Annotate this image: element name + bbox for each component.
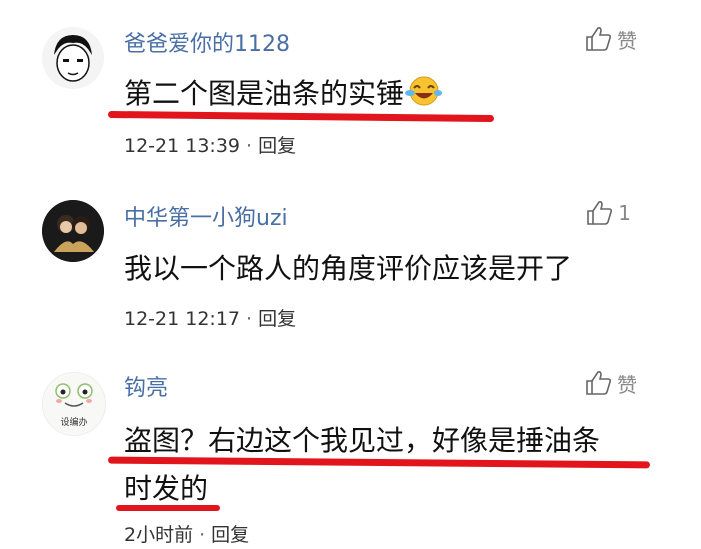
reply-button[interactable]: 回复 [211,524,249,546]
comment-meta: 12-21 12:17 · 回复 [124,304,296,331]
avatar[interactable] [42,27,104,89]
thumbs-up-icon [587,201,613,225]
separator-dot: · [246,308,253,330]
timestamp: 12-21 12:17 [124,308,241,330]
like-button[interactable]: 赞 [583,24,637,54]
red-annotation-underline [116,505,220,511]
like-label: 赞 [617,28,637,53]
timestamp: 2小时前 [124,524,194,546]
avatar[interactable] [42,200,104,262]
comment-text: 我以一个路人的角度评价应该是开了 [124,252,573,285]
thumbs-up-icon [586,27,612,51]
thumbs-up-icon [586,371,612,395]
cartoon-face-avatar-icon [42,27,104,89]
comment-text-line-2: 时发的 [124,472,209,505]
timestamp: 12-21 13:39 [124,135,241,157]
comment-text: 第二个图是油条的实锤 [124,73,443,115]
like-label: 赞 [617,372,637,397]
like-button[interactable]: 1 [584,198,631,228]
username[interactable]: 爸爸爱你的1128 [124,26,290,58]
like-count: 1 [618,201,631,225]
comment-1: 爸爸爱你的1128 赞 第二个图是油条的实锤 12-21 13:39 · 回复 [0,0,701,170]
reply-button[interactable]: 回复 [258,308,296,330]
avatar-caption: 设编办 [60,418,88,428]
comment-meta: 2小时前 · 回复 [124,520,249,547]
laughing-crying-emoji-icon [404,75,443,107]
avatar[interactable]: 设编办 [42,372,106,436]
comment-meta: 12-21 13:39 · 回复 [124,131,296,158]
username[interactable]: 中华第一小狗uzi [124,200,288,232]
comment-text-line-1: 盗图？右边这个我见过，好像是捶油条 [124,424,601,457]
separator-dot: · [199,524,206,546]
comment-2: 中华第一小狗uzi 1 我以一个路人的角度评价应该是开了 12-21 12:17… [0,170,701,350]
comment-text-content: 第二个图是油条的实锤 [124,77,405,110]
username[interactable]: 钩亮 [124,370,168,402]
couple-photo-avatar-icon [42,200,104,262]
reply-button[interactable]: 回复 [258,135,296,157]
like-button[interactable]: 赞 [583,368,637,398]
comment-3: 设编办 钩亮 赞 盗图？右边这个我见过，好像是捶油条 时发的 2小时前 · 回复 [0,350,701,549]
separator-dot: · [246,135,253,157]
